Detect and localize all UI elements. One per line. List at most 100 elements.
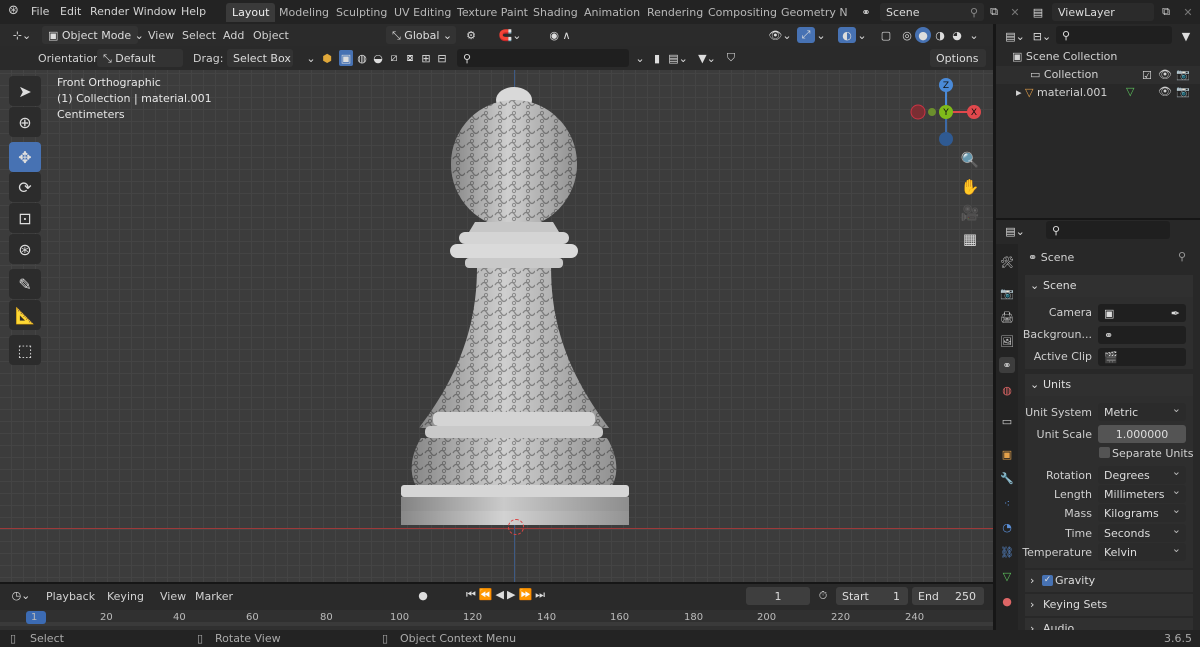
menu-render[interactable]: Render [90, 5, 129, 18]
timeline-menu-view[interactable]: View [160, 590, 186, 603]
timeline-menu-keying[interactable]: Keying [107, 590, 144, 603]
cursor-tool[interactable]: ⊕ [9, 107, 41, 137]
gizmo-dropdown-icon[interactable]: ⌄ [815, 27, 827, 43]
unit-scale-field[interactable]: 1.000000 [1098, 425, 1186, 443]
keying-sets-panel-header[interactable]: › Keying Sets [1025, 594, 1193, 616]
display-mode-icon[interactable]: ⊟⌄ [1032, 28, 1052, 44]
mass-select[interactable]: Kilograms [1098, 503, 1186, 522]
dropdown-icon[interactable]: ⌄ [304, 51, 318, 65]
select-mode-new-icon[interactable]: ▣ [339, 50, 353, 66]
separate-units-checkbox[interactable] [1099, 447, 1110, 458]
shading-solid-icon[interactable]: ● [915, 27, 931, 43]
pin-icon[interactable]: ⚲ [966, 4, 982, 20]
tab-layout[interactable]: Layout [226, 3, 276, 22]
move-tool[interactable]: ✥ [9, 142, 41, 172]
object-camera-icon[interactable]: 📷 [1176, 85, 1190, 98]
tab-modeling[interactable]: Modeling [273, 3, 335, 22]
visibility-icon[interactable]: 👁⌄ [766, 27, 794, 43]
transform-orientation-select[interactable]: ⤡ Global ⌄ [386, 26, 456, 44]
bookmark-icon[interactable]: ▮ [650, 50, 664, 66]
eyedropper-icon[interactable]: ✒ [1171, 307, 1180, 320]
object-eye-icon[interactable]: 👁 [1158, 85, 1172, 98]
length-select[interactable]: Millimeters [1098, 484, 1186, 503]
current-frame-field[interactable]: 1 [746, 587, 810, 605]
shading-dropdown-icon[interactable]: ⌄ [967, 27, 981, 43]
select-mode-extend-icon[interactable]: ◍ [355, 50, 369, 66]
properties-pin-icon[interactable]: ⚲ [1178, 250, 1186, 263]
shading-rendered-icon[interactable]: ◕ [949, 27, 965, 43]
active-clip-field[interactable]: 🎬 [1098, 348, 1186, 366]
3d-cursor[interactable] [508, 519, 524, 535]
tool-tab-icon[interactable]: 🛠 [999, 254, 1015, 270]
snap-element-icon[interactable]: ⊞ [419, 50, 433, 66]
outliner-filter-icon[interactable]: ▼ [1178, 28, 1194, 44]
funnel-icon[interactable]: ▼⌄ [694, 50, 720, 66]
new-viewlayer-icon[interactable]: ⧉ [1158, 4, 1174, 20]
grid-toggle-icon[interactable]: ▦ [957, 226, 983, 252]
camera-view-icon[interactable]: 🎥 [957, 200, 983, 226]
material-tab-icon[interactable]: ● [999, 593, 1015, 609]
delete-scene-icon[interactable]: ✕ [1007, 4, 1023, 20]
collection-filter-icon[interactable]: ▤⌄ [666, 50, 690, 66]
options-button[interactable]: Options [930, 49, 986, 67]
tab-rendering[interactable]: Rendering [641, 3, 709, 22]
measure-tool[interactable]: 📐 [9, 300, 41, 330]
snap-icon[interactable]: 🧲⌄ [492, 27, 528, 43]
tab-animation[interactable]: Animation [578, 3, 646, 22]
overlays-dropdown-icon[interactable]: ⌄ [856, 27, 868, 43]
add-cube-tool[interactable]: ⬚ [9, 335, 41, 365]
tab-shading[interactable]: Shading [527, 3, 584, 22]
tab-sculpting[interactable]: Sculpting [330, 3, 393, 22]
temperature-select[interactable]: Kelvin [1098, 542, 1186, 561]
render-tab-icon[interactable]: 📷 [999, 285, 1015, 301]
playback-controls[interactable]: ⏮⏪◀▶⏩⏭ [454, 587, 560, 603]
proportional-edit-icon[interactable]: ◉ ∧ [542, 27, 578, 43]
viewlayer-field[interactable]: ViewLayer [1052, 3, 1154, 21]
properties-editor-type-icon[interactable]: ▤⌄ [1002, 223, 1028, 239]
rotation-select[interactable]: Degrees [1098, 465, 1186, 484]
gravity-panel-header[interactable]: › ✓ Gravity [1025, 570, 1193, 592]
navigation-gizmo[interactable]: Z Y X [905, 74, 987, 150]
zoom-icon[interactable]: 🔍 [957, 147, 983, 173]
background-field[interactable]: ⚭ [1098, 326, 1186, 344]
scene-icon[interactable]: ⚭ [855, 4, 877, 20]
viewport-search-input[interactable]: ⚲ [457, 49, 629, 67]
mode-select[interactable]: ▣ Object Mode ⌄ [42, 26, 144, 44]
header-menu-add[interactable]: Add [223, 29, 244, 42]
camera-icon[interactable]: 📷 [1176, 68, 1190, 81]
gravity-checkbox[interactable]: ✓ [1042, 575, 1053, 586]
scale-tool[interactable]: ⊡ [9, 203, 41, 233]
orientation-select[interactable]: ⤡ Default [97, 49, 183, 67]
select-mode-subtract-icon[interactable]: ◒ [371, 50, 385, 66]
menu-file[interactable]: File [31, 5, 49, 18]
new-scene-icon[interactable]: ⧉ [986, 4, 1002, 20]
delete-viewlayer-icon[interactable]: ✕ [1180, 4, 1196, 20]
audio-panel-header[interactable]: › Audio [1025, 618, 1193, 630]
checkbox-icon[interactable]: ☑ [1142, 69, 1152, 82]
menu-window[interactable]: Window [133, 5, 176, 18]
pivot-icon[interactable]: ⚙ [462, 27, 480, 43]
timeline-editor-type-icon[interactable]: ◷⌄ [8, 587, 34, 603]
overlays-toggle-icon[interactable]: ◐ [838, 27, 856, 43]
drag-select[interactable]: Select Box [227, 49, 293, 67]
header-menu-view[interactable]: View [148, 29, 174, 42]
outliner-editor-type-icon[interactable]: ▤⌄ [1002, 28, 1028, 44]
tab-geometry-nodes[interactable]: Geometry Noc [775, 3, 847, 22]
menu-edit[interactable]: Edit [60, 5, 81, 18]
record-icon[interactable]: ● [412, 587, 434, 603]
tab-compositing[interactable]: Compositing [702, 3, 783, 22]
stopwatch-icon[interactable]: ⏱ [815, 588, 831, 604]
menu-help[interactable]: Help [181, 5, 206, 18]
object-tab-icon[interactable]: ▣ [999, 446, 1015, 462]
world-tab-icon[interactable]: ◍ [999, 382, 1015, 398]
select-mode-invert-icon[interactable]: ⧄ [387, 50, 401, 66]
time-select[interactable]: Seconds [1098, 523, 1186, 542]
3d-viewport[interactable]: Front Orthographic (1) Collection | mate… [0, 70, 993, 582]
rotate-tool[interactable]: ⟳ [9, 172, 41, 202]
shading-wireframe-icon[interactable]: ◎ [899, 27, 915, 43]
timeline-menu-playback[interactable]: Playback [46, 590, 95, 603]
gizmo-toggle-icon[interactable]: ⤢ [797, 27, 815, 43]
header-menu-object[interactable]: Object [253, 29, 289, 42]
transform-tool[interactable]: ⊛ [9, 234, 41, 264]
start-frame-field[interactable]: Start 1 [836, 587, 908, 605]
